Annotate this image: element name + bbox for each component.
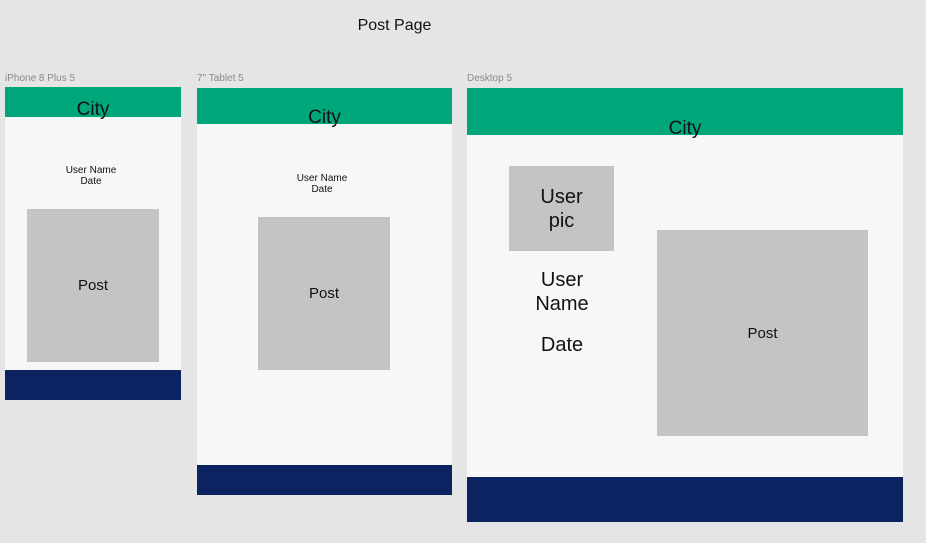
frame-label-tablet: 7" Tablet 5 bbox=[197, 73, 244, 84]
header-bar: City bbox=[5, 87, 181, 120]
page-title: Post Page bbox=[357, 17, 432, 34]
user-name: User Name bbox=[517, 268, 607, 316]
post-meta: User Name Date bbox=[5, 165, 177, 187]
user-pic-label-line2: pic bbox=[548, 209, 575, 232]
footer-bar bbox=[5, 370, 181, 400]
desktop-frame: City User pic User Name Date Post bbox=[467, 88, 903, 522]
user-name: User Name bbox=[296, 173, 348, 184]
post-meta: User Name Date bbox=[197, 173, 447, 195]
post-box[interactable]: Post bbox=[258, 217, 390, 370]
post-date: Date bbox=[80, 176, 102, 187]
user-name-line2: Name bbox=[535, 293, 589, 315]
header-bar: City bbox=[467, 88, 903, 139]
user-name-line1: User bbox=[540, 269, 584, 291]
iphone-frame: City User Name Date Post bbox=[5, 87, 181, 400]
post-date: Date bbox=[540, 334, 584, 356]
city-title: City bbox=[668, 118, 702, 139]
user-name: User Name bbox=[65, 165, 117, 176]
frame-label-desktop: Desktop 5 bbox=[467, 73, 513, 84]
post-label: Post bbox=[308, 285, 339, 302]
city-title: City bbox=[76, 99, 110, 120]
frame-label-iphone: iPhone 8 Plus 5 bbox=[5, 73, 76, 84]
header-bar: City bbox=[197, 88, 452, 128]
post-box[interactable]: Post bbox=[27, 209, 159, 362]
user-pic-label-line1: User bbox=[540, 185, 583, 208]
footer-bar bbox=[197, 465, 452, 495]
post-box[interactable]: Post bbox=[657, 230, 868, 436]
tablet-frame: City User Name Date Post bbox=[197, 88, 452, 495]
post-label: Post bbox=[77, 277, 108, 294]
post-label: Post bbox=[747, 324, 778, 342]
city-title: City bbox=[308, 107, 341, 128]
post-date: Date bbox=[311, 184, 333, 195]
footer-bar bbox=[467, 477, 903, 522]
user-pic[interactable]: User pic bbox=[509, 166, 614, 251]
